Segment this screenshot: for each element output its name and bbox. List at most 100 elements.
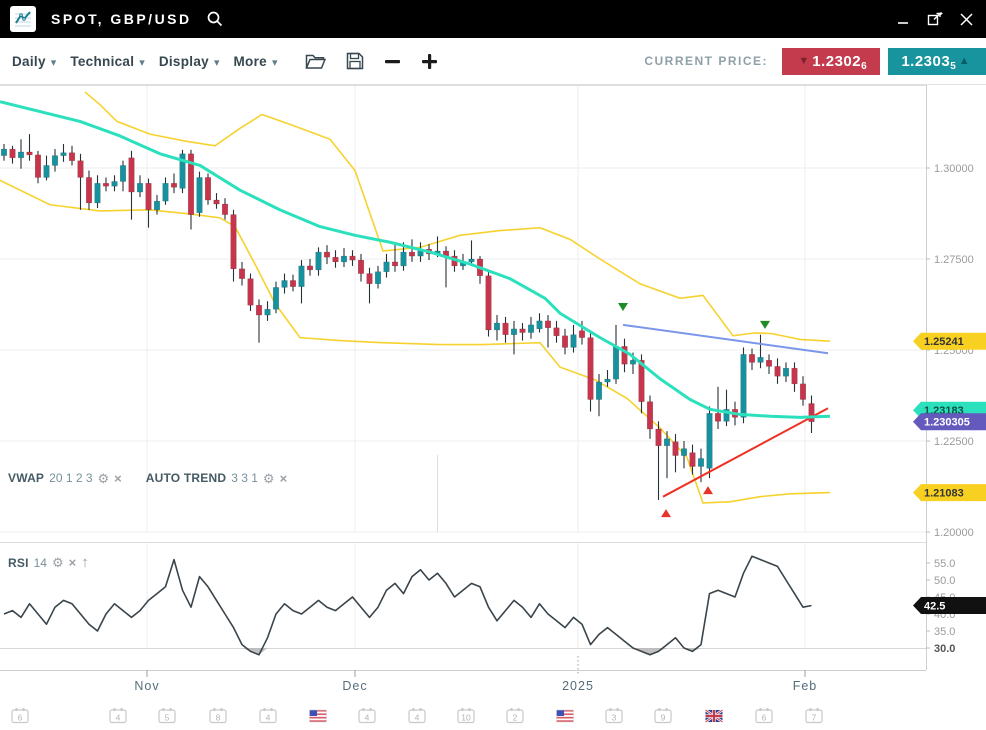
indicator-legend-rsi: RSI 14 ⚙ × ↑ — [8, 555, 89, 570]
svg-text:1.230305: 1.230305 — [924, 417, 970, 429]
technical-menu-label: Technical — [70, 54, 134, 69]
ask-price-pip: 5 — [950, 61, 956, 72]
more-menu[interactable]: More ▾ — [233, 54, 277, 69]
rsi-label: RSI — [8, 556, 29, 570]
svg-text:1.27500: 1.27500 — [934, 254, 974, 266]
svg-text:2: 2 — [513, 713, 518, 723]
title-bar: SPOT, GBP/USD — [0, 0, 986, 38]
svg-text:9: 9 — [661, 713, 666, 723]
svg-text:3: 3 — [612, 713, 617, 723]
minimize-icon[interactable] — [897, 12, 911, 26]
svg-text:4: 4 — [415, 713, 420, 723]
svg-text:55.0: 55.0 — [934, 558, 955, 570]
calendar-event-icon[interactable]: 5 — [159, 708, 175, 723]
chevron-down-icon: ▾ — [214, 56, 220, 69]
technical-menu[interactable]: Technical ▾ — [70, 54, 145, 69]
arrow-up-icon: ▲ — [959, 55, 970, 67]
calendar-event-icon[interactable]: 4 — [409, 708, 425, 723]
svg-text:5: 5 — [165, 713, 170, 723]
display-menu-label: Display — [159, 54, 209, 69]
timeframe-menu[interactable]: Daily ▾ — [12, 54, 56, 69]
svg-text:1.22500: 1.22500 — [934, 436, 974, 448]
rsi-value-badge[interactable]: 42.5 — [913, 597, 986, 614]
uk-flag-icon[interactable] — [706, 710, 723, 722]
bb-lower-badge[interactable]: 1.21083 — [913, 484, 986, 501]
calendar-event-icon[interactable]: 10 — [458, 708, 474, 723]
timeframe-menu-label: Daily — [12, 54, 46, 69]
close-icon[interactable] — [959, 12, 974, 27]
svg-text:35.0: 35.0 — [934, 626, 955, 638]
svg-text:2025: 2025 — [562, 679, 594, 693]
svg-text:Nov: Nov — [134, 679, 159, 693]
svg-text:4: 4 — [116, 713, 121, 723]
calendar-event-icon[interactable]: 8 — [210, 708, 226, 723]
vwap-overlay — [0, 102, 830, 418]
sell-signal-icon — [618, 303, 628, 311]
indicator-legend-vwap: VWAP 20 1 2 3 ⚙ × AUTO TREND 3 3 1 ⚙ × — [8, 471, 287, 485]
svg-text:10: 10 — [461, 713, 471, 723]
remove-vwap-icon[interactable]: × — [114, 472, 122, 485]
svg-text:8: 8 — [216, 713, 221, 723]
popout-icon[interactable] — [927, 11, 943, 27]
remove-rsi-icon[interactable]: × — [69, 556, 77, 569]
us-flag-icon[interactable] — [557, 710, 574, 722]
svg-text:4: 4 — [365, 713, 370, 723]
page-title: SPOT, GBP/USD — [51, 11, 192, 27]
rsi-params: 14 — [34, 556, 47, 570]
svg-text:42.5: 42.5 — [924, 601, 945, 613]
window-controls — [897, 11, 974, 27]
bid-price-badge[interactable]: ▼ 1.2302 6 — [782, 48, 880, 75]
display-menu[interactable]: Display ▾ — [159, 54, 220, 69]
calendar-event-icon[interactable]: 4 — [260, 708, 276, 723]
calendar-event-icon[interactable]: 6 — [756, 708, 772, 723]
time-axis: NovDec2025Feb — [134, 656, 817, 693]
open-folder-icon[interactable] — [305, 53, 326, 70]
gear-icon[interactable]: ⚙ — [98, 472, 110, 485]
candlestick-series — [1, 134, 814, 500]
calendar-event-icon[interactable]: 9 — [655, 708, 671, 723]
svg-text:Feb: Feb — [793, 679, 818, 693]
calendar-event-icon[interactable]: 2 — [507, 708, 523, 723]
bid-price-value: 1.2302 — [812, 53, 861, 70]
save-icon[interactable] — [346, 52, 364, 70]
zoom-out-icon[interactable] — [384, 53, 401, 70]
remove-autotrend-icon[interactable]: × — [280, 472, 288, 485]
autotrend-params: 3 3 1 — [231, 471, 258, 485]
svg-text:6: 6 — [762, 713, 767, 723]
ask-price-badge[interactable]: 1.2303 5 ▲ — [888, 48, 986, 75]
current-price-area: CURRENT PRICE: ▼ 1.2302 6 1.2303 5 ▲ — [644, 48, 986, 75]
rsi-line — [4, 556, 812, 655]
move-pane-up-icon[interactable]: ↑ — [81, 555, 89, 570]
sell-signal-icon — [760, 321, 770, 329]
calendar-event-icon[interactable]: 4 — [359, 708, 375, 723]
ask-price-value: 1.2303 — [901, 53, 950, 70]
last-price-badge[interactable]: 1.230305 — [913, 413, 986, 430]
svg-text:6: 6 — [18, 713, 23, 723]
gear-icon[interactable]: ⚙ — [52, 556, 64, 569]
svg-text:1.30000: 1.30000 — [934, 163, 974, 175]
bb-upper-badge[interactable]: 1.25241 — [913, 333, 986, 350]
bb-upper-line — [85, 92, 830, 341]
app-logo-icon — [10, 6, 36, 32]
us-flag-icon[interactable] — [310, 710, 327, 722]
svg-text:4: 4 — [266, 713, 271, 723]
chart-toolbar: Daily ▾ Technical ▾ Display ▾ More ▾ — [0, 38, 986, 85]
trading-app-window: SPOT, GBP/USD — [0, 0, 986, 730]
calendar-event-icon[interactable]: 4 — [110, 708, 126, 723]
axis-badges: 1.252411.231831.2303051.2108342.5 — [913, 333, 986, 614]
chevron-down-icon: ▾ — [139, 56, 145, 69]
calendar-event-icon[interactable]: 7 — [806, 708, 822, 723]
calendar-event-icon[interactable]: 6 — [12, 708, 28, 723]
search-icon[interactable] — [206, 10, 224, 28]
buy-signal-icon — [661, 509, 671, 517]
chart-area[interactable]: 1.300001.275001.250001.225001.2000055.05… — [0, 85, 986, 730]
gear-icon[interactable]: ⚙ — [263, 472, 275, 485]
support-trend-line — [663, 408, 828, 496]
autotrend-label: AUTO TREND — [146, 471, 226, 485]
svg-text:1.25241: 1.25241 — [924, 336, 964, 348]
chevron-down-icon: ▾ — [51, 56, 57, 69]
svg-text:50.0: 50.0 — [934, 575, 955, 587]
zoom-in-icon[interactable] — [421, 53, 438, 70]
calendar-event-icon[interactable]: 3 — [606, 708, 622, 723]
price-chart[interactable]: 1.300001.275001.250001.225001.2000055.05… — [0, 85, 986, 730]
